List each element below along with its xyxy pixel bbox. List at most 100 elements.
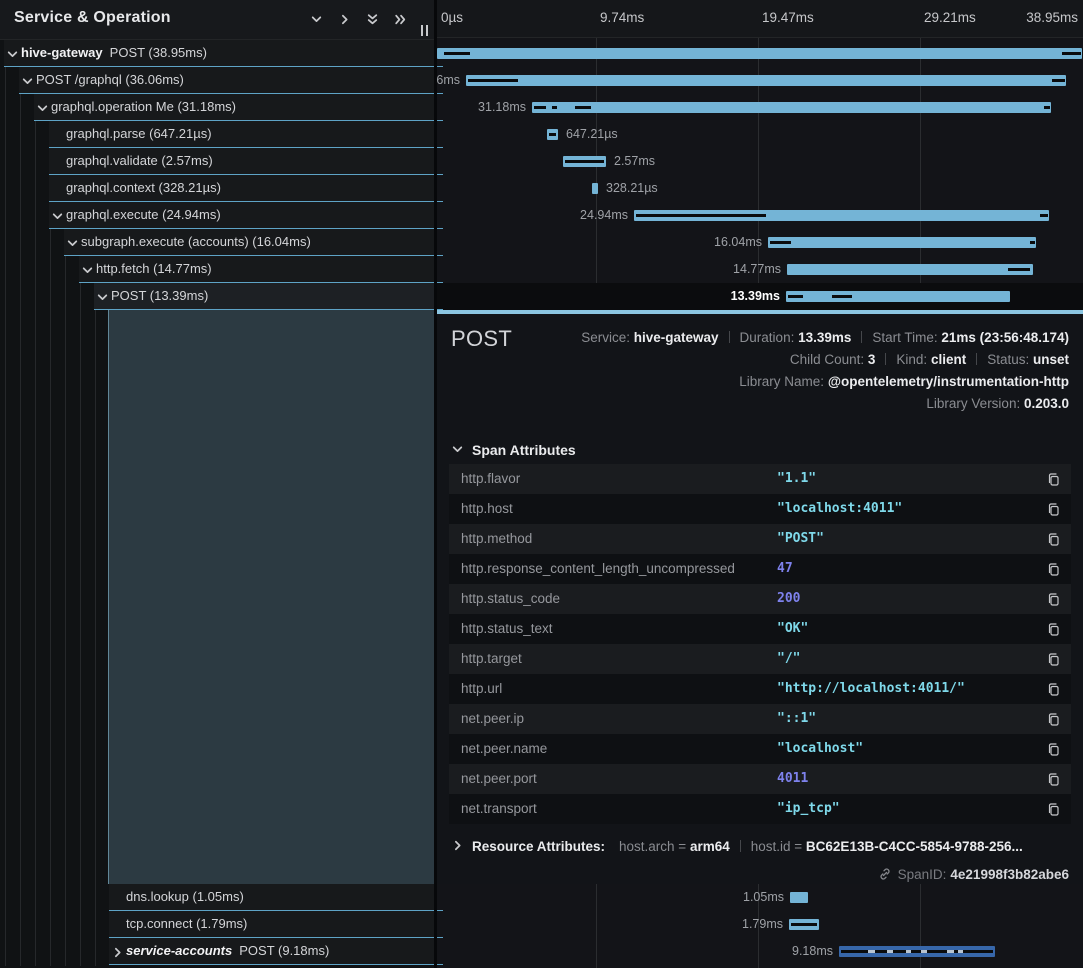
attribute-row-http-flavor: http.flavor"1.1"	[449, 464, 1071, 494]
trace-row-dns-lookup[interactable]: dns.lookup (1.05ms)	[109, 884, 434, 911]
copy-icon[interactable]	[1046, 682, 1061, 697]
tree-indent-guide	[50, 121, 51, 966]
collapse-chevron-icon[interactable]	[81, 264, 93, 276]
resource-attributes-toggle[interactable]: Resource Attributes:host.arch = arm64hos…	[451, 839, 1023, 854]
stat-value: @opentelemetry/instrumentation-http	[828, 374, 1069, 389]
trace-row-graphql-context[interactable]: graphql.context (328.21µs)	[49, 175, 434, 202]
timeline-row-tcp-connect[interactable]: 1.79ms	[437, 911, 1083, 938]
bar-dash	[868, 950, 875, 953]
attribute-key: http.status_text	[461, 614, 553, 644]
span-detail-title: POST	[451, 326, 512, 352]
collapse-chevron-icon[interactable]	[6, 48, 18, 60]
span-name-label: service-accountsPOST (9.18ms)	[126, 938, 329, 964]
span-bar[interactable]	[786, 291, 1010, 302]
critical-path-segment	[468, 79, 518, 82]
copy-icon[interactable]	[1046, 802, 1061, 817]
stat-label: Library Version:	[926, 396, 1024, 411]
collapse-chevron-icon[interactable]	[36, 102, 48, 114]
attribute-row-http-response-content-length-uncompressed: http.response_content_length_uncompresse…	[449, 554, 1071, 584]
tree-indent-guide	[95, 283, 96, 966]
span-name-label: hive-gatewayPOST (38.95ms)	[21, 40, 207, 66]
span-bar[interactable]	[790, 892, 808, 903]
copy-icon[interactable]	[1046, 622, 1061, 637]
tree-indent-guide	[80, 256, 81, 966]
span-detail-panel: POST Service: hive-gatewayDuration: 13.3…	[437, 310, 1083, 884]
timeline-row-post[interactable]: 9.18ms	[437, 938, 1083, 965]
tree-indent-guide	[20, 67, 21, 966]
trace-row-graphql-operation-me[interactable]: graphql.operation Me (31.18ms)	[34, 94, 434, 121]
critical-path-segment	[841, 950, 993, 953]
copy-icon[interactable]	[1046, 562, 1061, 577]
timeline-row-graphql-operation-me[interactable]: 31.18ms	[437, 94, 1083, 121]
attribute-key: net.transport	[461, 794, 537, 824]
attribute-value: "ip_tcp"	[777, 794, 840, 824]
trace-row-hive-gateway-post[interactable]: hive-gatewayPOST (38.95ms)	[4, 40, 434, 67]
trace-row-tcp-connect[interactable]: tcp.connect (1.79ms)	[109, 911, 434, 938]
span-detail-stats: Service: hive-gatewayDuration: 13.39msSt…	[581, 327, 1069, 415]
collapse-chevron-icon[interactable]	[21, 75, 33, 87]
resource-key: host.arch =	[619, 839, 690, 854]
ruler-tick-label: 9.74ms	[600, 10, 644, 25]
span-bar[interactable]	[787, 264, 1033, 275]
span-bar[interactable]	[768, 237, 1036, 248]
span-bar[interactable]	[437, 48, 1082, 59]
copy-icon[interactable]	[1046, 712, 1061, 727]
copy-icon[interactable]	[1046, 772, 1061, 787]
span-attributes-title: Span Attributes	[472, 442, 576, 458]
trace-row-service-accounts-post[interactable]: service-accountsPOST (9.18ms)	[109, 938, 434, 965]
collapse-one-icon[interactable]	[310, 13, 328, 27]
timeline-row-subgraph-execute-accounts[interactable]: 16.04ms	[437, 229, 1083, 256]
stat-value: 3	[868, 352, 876, 367]
span-bar[interactable]	[592, 183, 598, 194]
service-name: service-accounts	[126, 943, 232, 958]
trace-row-http-fetch[interactable]: http.fetch (14.77ms)	[79, 256, 434, 283]
timeline-row-graphql-validate[interactable]: 2.57ms	[437, 148, 1083, 175]
trace-row-post-graphql[interactable]: POST /graphql (36.06ms)	[19, 67, 434, 94]
expand-chevron-icon[interactable]	[111, 946, 123, 958]
attribute-value: 200	[777, 584, 800, 614]
span-attributes-toggle[interactable]: Span Attributes	[451, 442, 576, 458]
copy-icon[interactable]	[1046, 502, 1061, 517]
timeline-row-http-fetch[interactable]: 14.77ms	[437, 256, 1083, 283]
column-resize-handle[interactable]	[421, 25, 428, 36]
attribute-value: 4011	[777, 764, 808, 794]
trace-row-post[interactable]: POST (13.39ms)	[94, 283, 434, 310]
timeline-row-dns-lookup[interactable]: 1.05ms	[437, 884, 1083, 911]
copy-icon[interactable]	[1046, 472, 1061, 487]
timeline-row-graphql-parse[interactable]: 647.21µs	[437, 121, 1083, 148]
expand-one-icon[interactable]	[338, 13, 356, 27]
trace-row-graphql-parse[interactable]: graphql.parse (647.21µs)	[49, 121, 434, 148]
bar-dash	[947, 950, 954, 953]
timeline-row-post[interactable]	[437, 40, 1083, 67]
attribute-value: "1.1"	[777, 464, 816, 494]
span-list-header: Service & Operation	[0, 0, 434, 40]
span-bar[interactable]	[532, 102, 1051, 113]
collapse-all-icon[interactable]	[366, 13, 384, 27]
trace-row-subgraph-execute-accounts[interactable]: subgraph.execute (accounts) (16.04ms)	[64, 229, 434, 256]
timeline-row-post[interactable]: 13.39ms	[437, 283, 1083, 310]
trace-row-graphql-validate[interactable]: graphql.validate (2.57ms)	[49, 148, 434, 175]
copy-icon[interactable]	[1046, 742, 1061, 757]
trace-row-graphql-execute[interactable]: graphql.execute (24.94ms)	[49, 202, 434, 229]
critical-path-segment	[791, 923, 817, 926]
resource-value: arm64	[690, 839, 730, 854]
span-bar[interactable]	[466, 75, 1066, 86]
span-name-label: subgraph.execute (accounts) (16.04ms)	[81, 229, 311, 255]
attribute-row-http-target: http.target"/"	[449, 644, 1071, 674]
timeline-row-post-graphql[interactable]: 36.06ms	[437, 67, 1083, 94]
stats-separator	[729, 331, 730, 343]
attribute-key: http.host	[461, 494, 513, 524]
collapse-chevron-icon[interactable]	[51, 210, 63, 222]
span-name-label: dns.lookup (1.05ms)	[126, 884, 244, 910]
attribute-key: http.response_content_length_uncompresse…	[461, 554, 735, 584]
collapse-chevron-icon[interactable]	[96, 291, 108, 303]
timeline-row-graphql-context[interactable]: 328.21µs	[437, 175, 1083, 202]
copy-icon[interactable]	[1046, 532, 1061, 547]
stats-separator	[885, 353, 886, 365]
expand-all-icon[interactable]	[394, 13, 412, 27]
stat-label: Status:	[987, 352, 1033, 367]
timeline-row-graphql-execute[interactable]: 24.94ms	[437, 202, 1083, 229]
copy-icon[interactable]	[1046, 652, 1061, 667]
collapse-chevron-icon[interactable]	[66, 237, 78, 249]
copy-icon[interactable]	[1046, 592, 1061, 607]
